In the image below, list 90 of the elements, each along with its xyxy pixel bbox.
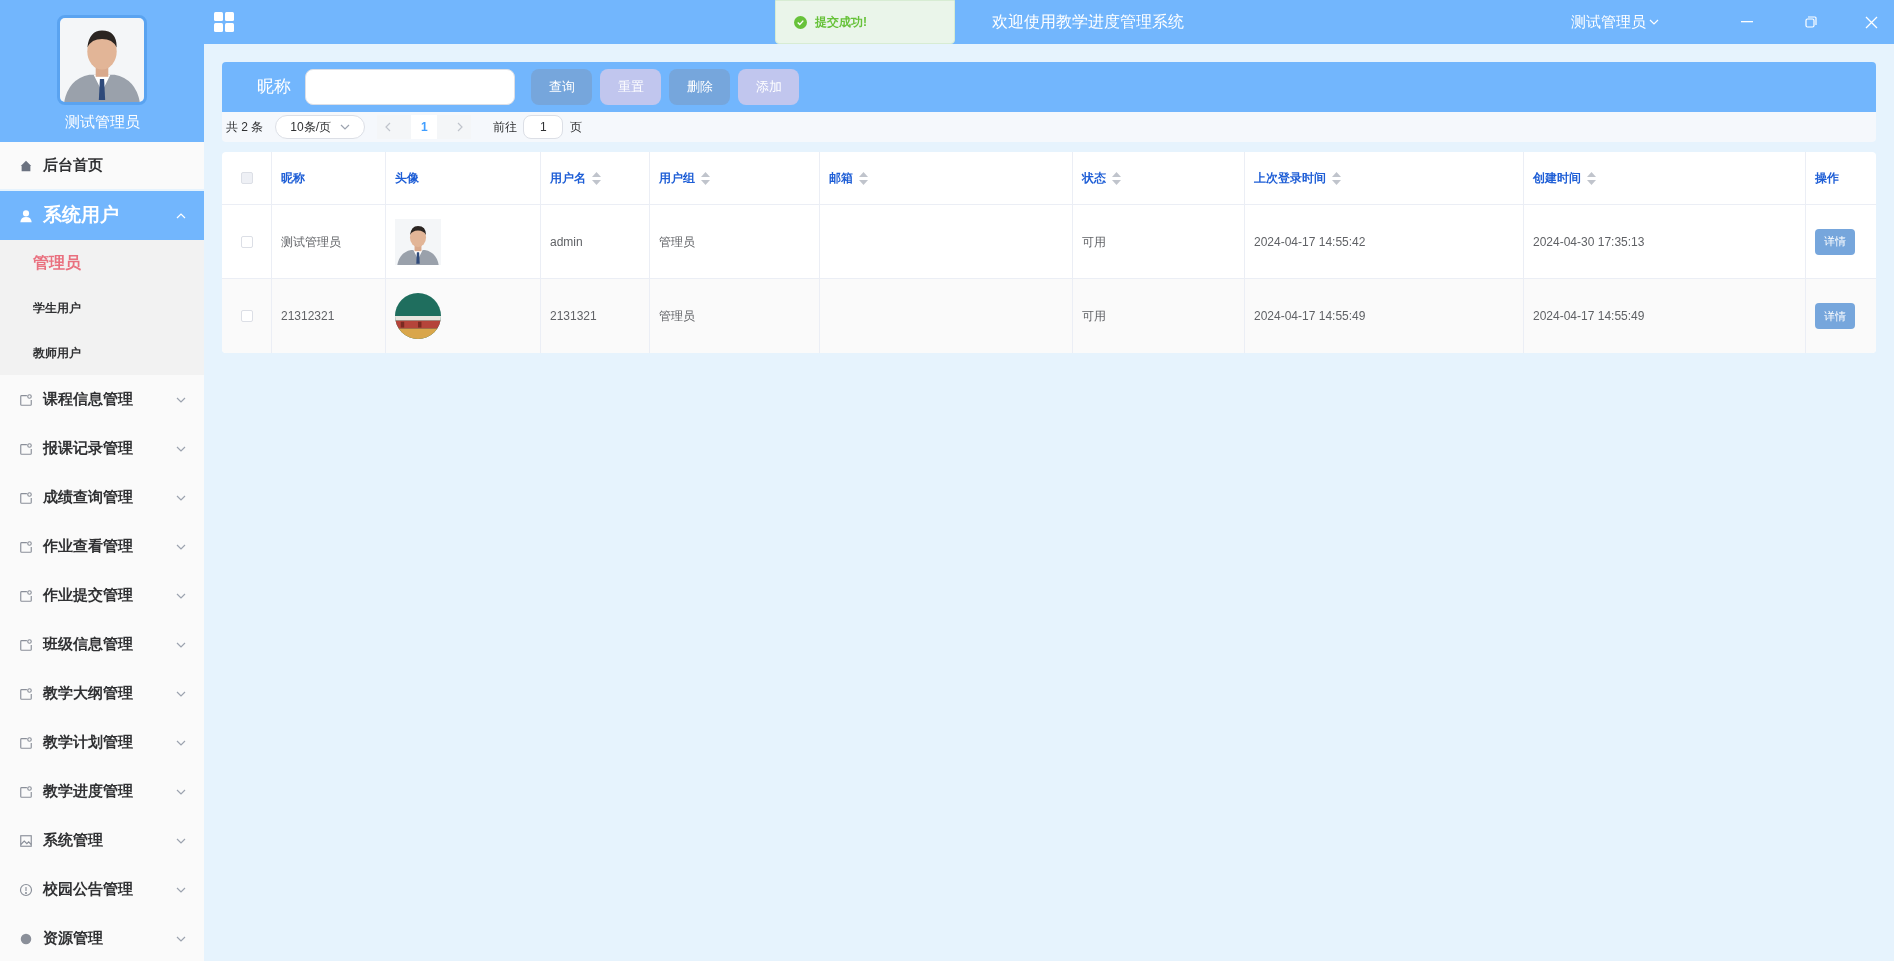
table-cell-text: 2024-04-17 14:55:49 [1533,308,1645,325]
next-page-icon[interactable] [457,122,464,132]
row-checkbox[interactable] [240,310,253,322]
goto-suffix: 页 [570,119,583,136]
menu-item[interactable]: 作业提交管理 [0,571,204,620]
column-header: 创建时间 [1533,170,1581,187]
menu-item[interactable]: 资源管理 [0,914,204,961]
chevron-down-icon [176,494,186,501]
folder-icon [19,392,33,407]
sort-icon[interactable] [859,171,868,185]
chevron-down-icon [176,641,186,648]
menu-item[interactable]: 教学大纲管理 [0,669,204,718]
column-header: 状态 [1082,170,1106,187]
table-cell-text: 管理员 [659,233,695,251]
success-icon [794,15,807,29]
table-cell-text: 管理员 [659,308,695,325]
chevron-down-icon [176,935,186,942]
menu-item[interactable]: 教学进度管理 [0,767,204,816]
folder-icon [19,588,33,603]
menu-item[interactable]: 报课记录管理 [0,424,204,473]
sort-icon[interactable] [1587,171,1596,185]
menu-item[interactable]: 班级信息管理 [0,620,204,669]
folder-icon [19,441,33,456]
toast-message: 提交成功! [815,14,867,31]
goto-label: 前往 [493,119,518,136]
column-header: 用户组 [659,170,695,187]
close-icon[interactable] [1865,15,1878,29]
chevron-down-icon [176,445,186,452]
app-title: 欢迎使用教学进度管理系统 [992,12,1184,32]
table-cell-text: 测试管理员 [281,233,341,251]
menu-item[interactable]: 校园公告管理 [0,865,204,914]
restore-icon[interactable] [1805,16,1817,28]
chevron-down-icon [1649,19,1659,25]
sort-icon[interactable] [701,171,710,185]
minimize-icon[interactable] [1741,21,1753,23]
table-cell-text: 可用 [1082,308,1106,325]
chevron-down-icon [176,690,186,697]
chevron-down-icon [340,124,351,130]
table-cell-text: 2024-04-17 14:55:42 [1254,233,1366,251]
grid-icon[interactable] [214,12,234,32]
sort-icon[interactable] [592,171,601,185]
table-cell-text: 2024-04-30 17:35:13 [1533,233,1645,251]
chevron-down-icon [176,592,186,599]
folder-icon [19,686,33,701]
table-cell-text: 2024-04-17 14:55:49 [1254,308,1366,325]
column-header: 上次登录时间 [1254,170,1326,187]
chevron-down-icon [176,396,186,403]
user-icon [19,208,33,223]
select-all-checkbox[interactable] [240,172,253,184]
search-label: 昵称 [257,76,291,99]
chevron-down-icon [176,543,186,550]
image-icon [19,833,33,848]
home-icon [19,158,33,173]
nickname-field[interactable] [305,69,515,105]
menu-item[interactable]: 系统管理 [0,816,204,865]
folder-icon [19,539,33,554]
column-header: 头像 [395,170,419,187]
chevron-down-icon [176,739,186,746]
menu-item[interactable]: 作业查看管理 [0,522,204,571]
column-header: 邮箱 [829,170,853,187]
chevron-down-icon [176,886,186,893]
table-cell-text: admin [550,233,583,251]
column-header: 操作 [1815,170,1839,187]
chevron-up-icon [176,212,186,219]
sort-icon[interactable] [1112,171,1121,185]
sort-icon[interactable] [1332,171,1341,185]
folder-icon [19,637,33,652]
profile-name: 测试管理员 [64,112,140,132]
chevron-down-icon [176,788,186,795]
table-cell-text: 可用 [1082,233,1106,251]
column-header: 用户名 [550,170,586,187]
page-size-select[interactable]: 10条/页 [275,115,366,139]
folder-icon [19,735,33,750]
table-cell-text: 21312321 [281,308,335,325]
chevron-down-icon [176,837,186,844]
table-cell-text: 2131321 [550,308,597,325]
column-header: 昵称 [281,170,305,187]
total-count: 共 2 条 [226,119,264,136]
row-checkbox[interactable] [240,235,253,248]
circle-icon [19,931,33,946]
warning-icon [19,882,33,897]
submenu-item[interactable]: 教师用户 [0,330,204,375]
prev-page-icon[interactable] [385,122,392,132]
submenu-item[interactable]: 学生用户 [0,285,204,330]
folder-icon [19,784,33,799]
menu-item[interactable]: 成绩查询管理 [0,473,204,522]
menu-item[interactable]: 课程信息管理 [0,375,204,424]
folder-icon [19,490,33,505]
goto-field[interactable]: 1 [523,115,564,139]
menu-item[interactable]: 教学计划管理 [0,718,204,767]
